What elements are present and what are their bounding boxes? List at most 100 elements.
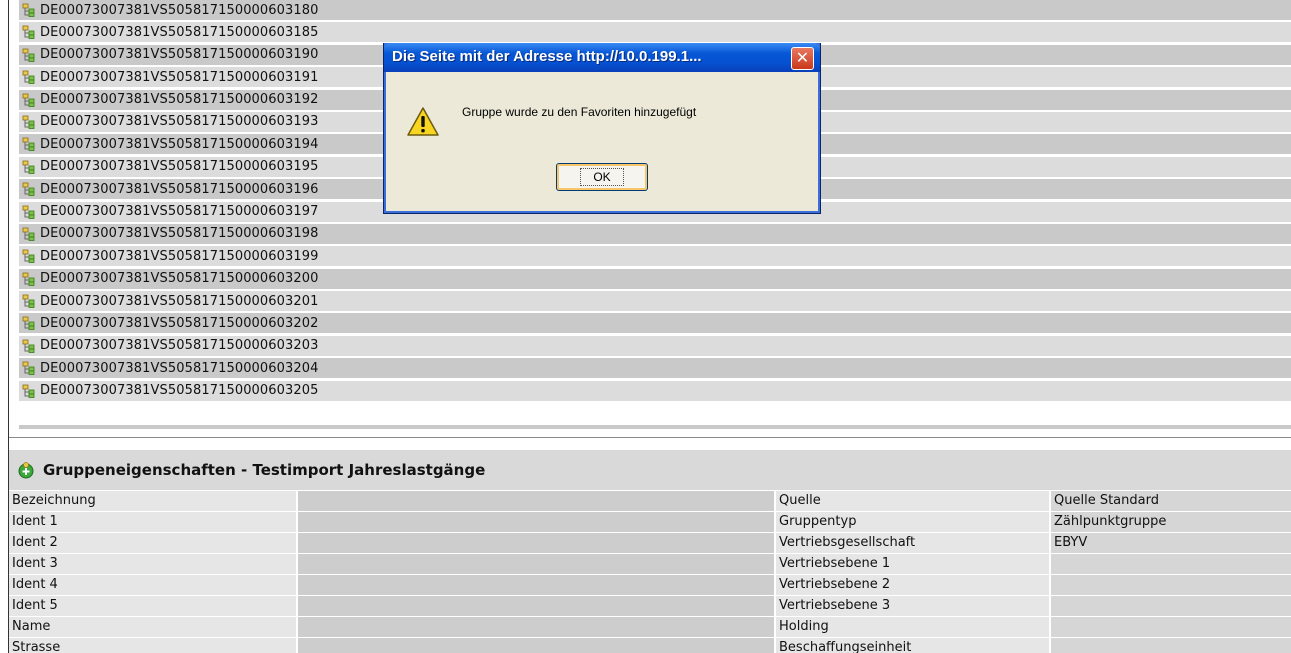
property-value[interactable] — [296, 533, 774, 553]
property-row: Ident 4 Vertriebsebene 2 — [9, 574, 1291, 595]
property-label-2: Vertriebsebene 3 — [774, 596, 1049, 616]
tree-row-label: DE00073007381VS505817150000603203 — [40, 338, 319, 354]
group-node-icon — [22, 272, 36, 286]
property-label: Ident 4 — [9, 575, 296, 595]
property-value-2[interactable] — [1049, 638, 1291, 653]
tree-row-label: DE00073007381VS505817150000603200 — [40, 271, 319, 287]
property-value-2[interactable]: EBYV — [1049, 533, 1291, 553]
group-node-icon — [22, 361, 36, 376]
group-node-icon — [22, 294, 36, 308]
tree-row-label: DE00073007381VS505817150000603191 — [40, 69, 319, 85]
property-value[interactable] — [296, 554, 774, 574]
tree-row-label: DE00073007381VS505817150000603194 — [40, 136, 319, 152]
property-value[interactable] — [296, 596, 774, 616]
group-node-icon — [22, 48, 36, 62]
group-node-icon — [22, 3, 36, 17]
group-properties-panel: Gruppeneigenschaften - Testimport Jahres… — [9, 450, 1291, 653]
property-label: Name — [9, 617, 296, 637]
group-node-icon — [22, 205, 36, 219]
tree-row-label: DE00073007381VS505817150000603195 — [40, 159, 319, 175]
group-node-icon — [22, 339, 36, 353]
tree-row-label: DE00073007381VS505817150000603196 — [40, 181, 319, 197]
group-node-icon — [22, 182, 36, 197]
dialog-titlebar[interactable]: Die Seite mit der Adresse http://10.0.19… — [384, 43, 820, 72]
tree-row[interactable]: DE00073007381VS505817150000603180 — [19, 0, 1291, 20]
property-label-2: Quelle — [774, 491, 1049, 511]
property-value-2[interactable] — [1049, 617, 1291, 637]
tree-row-label: DE00073007381VS505817150000603204 — [40, 360, 319, 376]
tree-row[interactable]: DE00073007381VS505817150000603203 — [19, 335, 1291, 356]
tree-row[interactable]: DE00073007381VS505817150000603185 — [19, 22, 1291, 43]
tree-row-label: DE00073007381VS505817150000603199 — [40, 248, 319, 264]
property-row: Ident 1 Gruppentyp Zählpunktgruppe — [9, 511, 1291, 532]
properties-header: Gruppeneigenschaften - Testimport Jahres… — [9, 450, 1291, 490]
tree-row-label: DE00073007381VS505817150000603202 — [40, 315, 319, 331]
group-node-icon — [22, 137, 36, 152]
property-label-2: Holding — [774, 617, 1049, 637]
group-node-icon — [22, 115, 36, 129]
tree-row-label: DE00073007381VS505817150000603201 — [40, 293, 319, 309]
property-value-2[interactable]: Zählpunktgruppe — [1049, 512, 1291, 532]
properties-title: Gruppeneigenschaften - Testimport Jahres… — [43, 461, 486, 479]
group-node-icon — [22, 93, 36, 107]
property-label: Bezeichnung — [9, 491, 296, 511]
group-node-icon — [22, 70, 36, 85]
property-row: Strasse Beschaffungseinheit — [9, 637, 1291, 653]
app-frame: DE00073007381VS505817150000603180 DE00073… — [8, 0, 1291, 653]
tree-row[interactable]: DE00073007381VS505817150000603198 — [19, 223, 1291, 244]
tree-row-label: DE00073007381VS505817150000603198 — [40, 226, 319, 242]
tree-row-label: DE00073007381VS505817150000603193 — [40, 114, 319, 130]
property-row: Ident 3 Vertriebsebene 1 — [9, 553, 1291, 574]
property-value[interactable] — [296, 575, 774, 595]
property-label: Strasse — [9, 638, 296, 653]
property-label-2: Vertriebsebene 1 — [774, 554, 1049, 574]
property-row: Ident 2 Vertriebsgesellschaft EBYV — [9, 532, 1291, 553]
property-value-2[interactable] — [1049, 596, 1291, 616]
group-node-icon — [22, 227, 36, 241]
tree-row-label: DE00073007381VS505817150000603197 — [40, 204, 319, 220]
tree-row-label: DE00073007381VS505817150000603185 — [40, 24, 319, 40]
close-button[interactable]: ✕ — [791, 47, 814, 70]
property-label-2: Vertriebsebene 2 — [774, 575, 1049, 595]
property-row: Ident 5 Vertriebsebene 3 — [9, 595, 1291, 616]
property-value-2[interactable]: Quelle Standard — [1049, 491, 1291, 511]
property-label: Ident 5 — [9, 596, 296, 616]
tree-row-partial — [19, 425, 1291, 429]
tree-row[interactable]: DE00073007381VS505817150000603204 — [19, 358, 1291, 379]
property-row: Name Holding — [9, 616, 1291, 637]
property-label-2: Vertriebsgesellschaft — [774, 533, 1049, 553]
tree-row-label: DE00073007381VS505817150000603180 — [40, 2, 319, 18]
group-node-icon — [22, 316, 36, 331]
tree-row[interactable]: DE00073007381VS505817150000603205 — [19, 380, 1291, 401]
property-value[interactable] — [296, 491, 774, 511]
panel-divider[interactable] — [9, 437, 1291, 438]
tree-row[interactable]: DE00073007381VS505817150000603200 — [19, 268, 1291, 289]
ok-button[interactable]: OK — [556, 163, 648, 191]
group-node-icon — [22, 25, 36, 40]
warning-icon — [407, 107, 439, 136]
property-value-2[interactable] — [1049, 575, 1291, 595]
tree-row-label: DE00073007381VS505817150000603190 — [40, 47, 319, 63]
tree-row[interactable]: DE00073007381VS505817150000603202 — [19, 313, 1291, 334]
property-row: Bezeichnung Quelle Quelle Standard — [9, 490, 1291, 511]
property-value[interactable] — [296, 512, 774, 532]
property-label: Ident 2 — [9, 533, 296, 553]
property-value-2[interactable] — [1049, 554, 1291, 574]
property-label-2: Beschaffungseinheit — [774, 638, 1049, 653]
tree-row[interactable]: DE00073007381VS505817150000603201 — [19, 291, 1291, 312]
group-add-icon[interactable] — [17, 461, 35, 479]
property-label: Ident 1 — [9, 512, 296, 532]
property-value[interactable] — [296, 617, 774, 637]
property-value[interactable] — [296, 638, 774, 653]
property-label-2: Gruppentyp — [774, 512, 1049, 532]
dialog-message: Gruppe wurde zu den Favoriten hinzugefüg… — [462, 105, 697, 119]
tree-row[interactable]: DE00073007381VS505817150000603199 — [19, 246, 1291, 267]
group-node-icon — [22, 249, 36, 264]
ok-button-label: OK — [580, 168, 624, 186]
group-node-icon — [22, 160, 36, 174]
tree-row-label: DE00073007381VS505817150000603205 — [40, 383, 319, 399]
dialog-title: Die Seite mit der Adresse http://10.0.19… — [392, 48, 702, 65]
properties-table: Bezeichnung Quelle Quelle Standard Ident 1 G… — [9, 490, 1291, 653]
group-node-icon — [22, 384, 36, 398]
property-label: Ident 3 — [9, 554, 296, 574]
